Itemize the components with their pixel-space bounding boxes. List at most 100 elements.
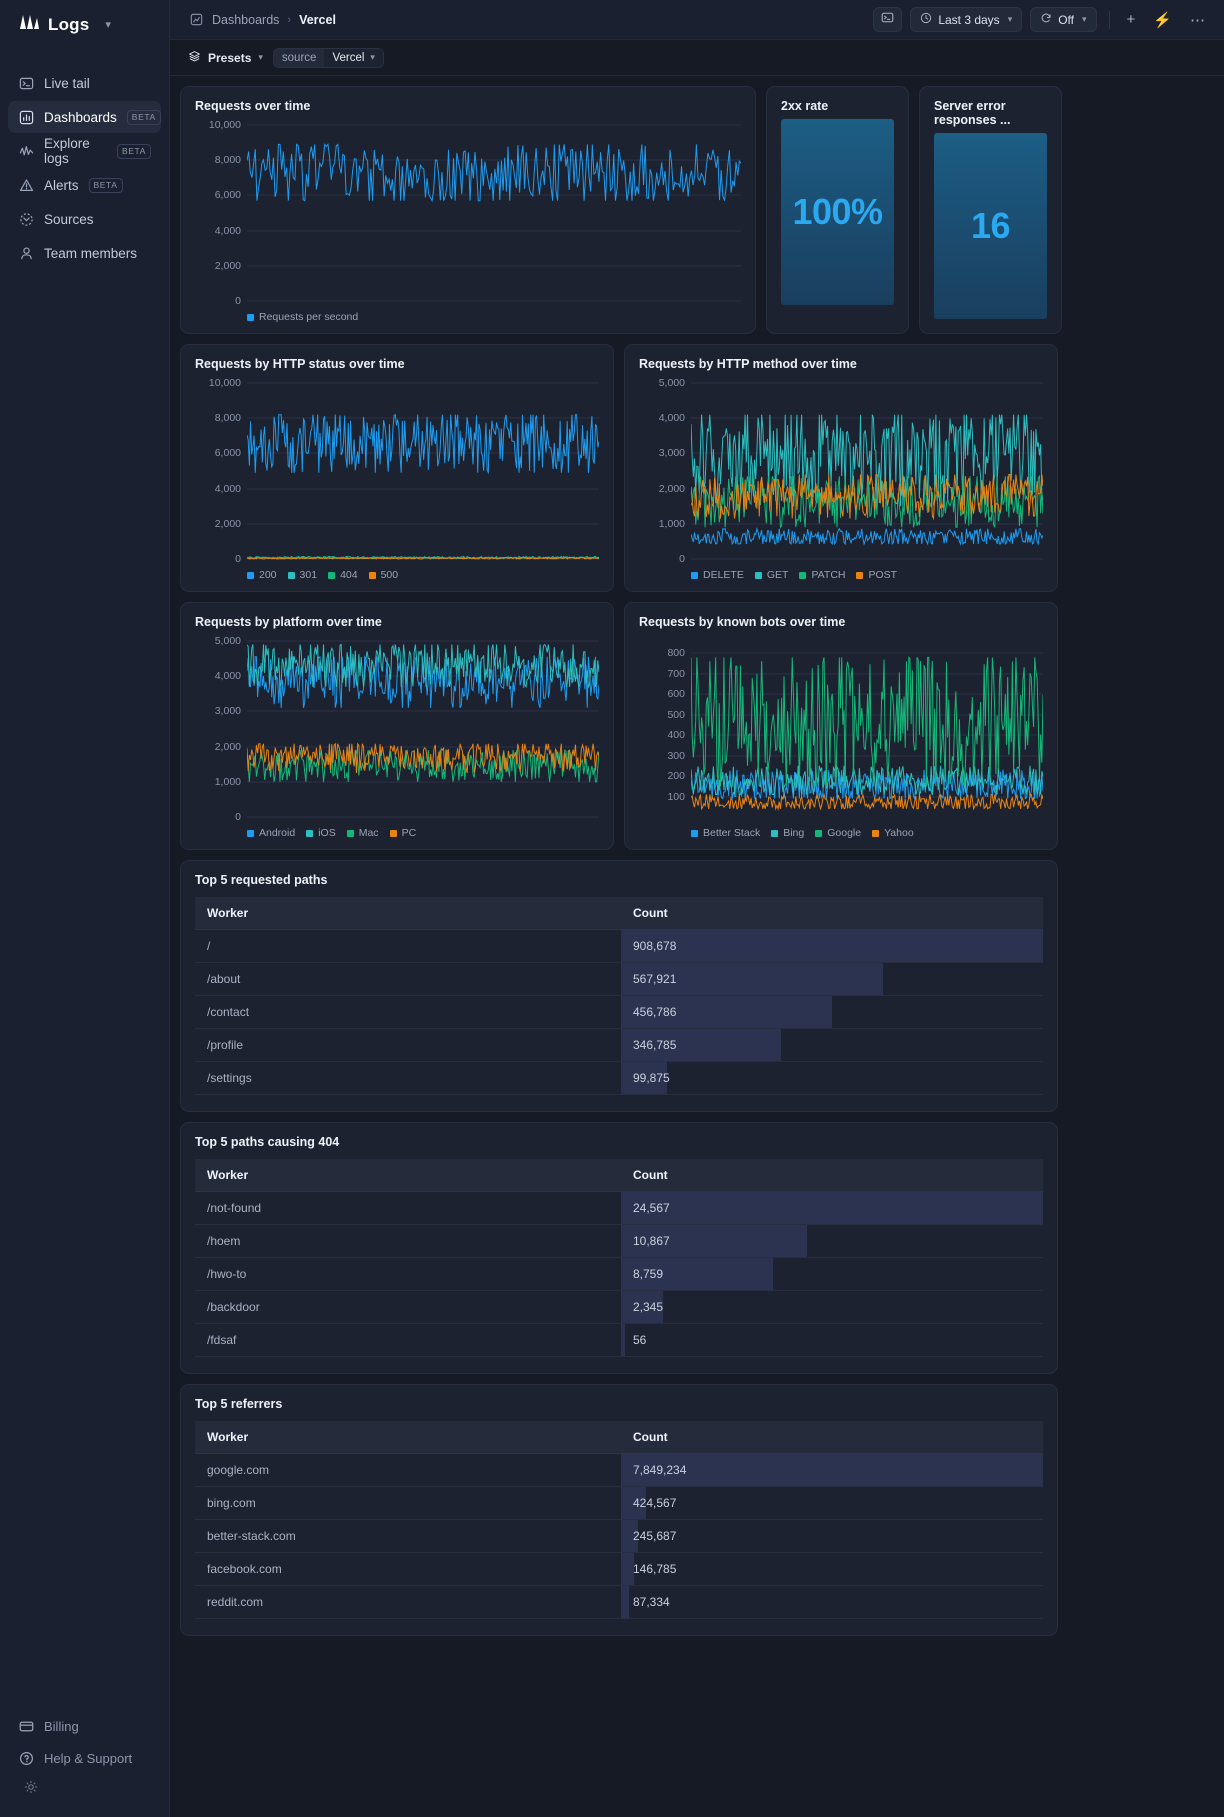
legend-item[interactable]: Better Stack — [691, 827, 760, 839]
card-top-5-requested-paths: Top 5 requested paths Worker Count / 908,67… — [180, 860, 1058, 1112]
app-root: Logs ▾ Live tail Dashboards BETA Explore… — [0, 0, 1224, 1817]
y-axis-tick-label: 0 — [235, 553, 241, 565]
table-row[interactable]: bing.com 424,567 — [195, 1486, 1043, 1520]
more-options-button[interactable]: ⋯ — [1185, 11, 1210, 29]
beta-badge: BETA — [126, 109, 161, 125]
filter-value-dropdown[interactable]: Vercel ▾ — [324, 48, 383, 67]
legend-item[interactable]: Requests per second — [247, 311, 358, 323]
legend-item[interactable]: Android — [247, 827, 295, 839]
sidebar-item-label: Alerts — [44, 177, 79, 193]
card-title: Requests by platform over time — [195, 615, 382, 629]
sidebar-item-team-members[interactable]: Team members — [8, 237, 161, 269]
legend-item[interactable]: Google — [815, 827, 861, 839]
legend-swatch-icon — [247, 571, 254, 579]
table-cell-count: 99,875 — [633, 1071, 670, 1085]
table-cell-worker: better-stack.com — [207, 1529, 296, 1543]
auto-refresh-picker[interactable]: Off ▾ — [1030, 7, 1097, 32]
card-requests-by-platform: Requests by platform over time 5,000 4,00… — [180, 602, 614, 850]
table-column-header[interactable]: Worker — [195, 1159, 621, 1192]
legend-label: PATCH — [811, 569, 846, 581]
time-range-picker[interactable]: Last 3 days ▾ — [910, 7, 1023, 32]
legend-item[interactable]: DELETE — [691, 569, 744, 581]
legend-item[interactable]: GET — [754, 569, 788, 581]
sidebar-item-alerts[interactable]: Alerts BETA — [8, 169, 161, 201]
y-axis-tick-label: 3,000 — [214, 705, 241, 718]
table-row[interactable]: /hoem 10,867 — [195, 1224, 1043, 1258]
legend-swatch-icon — [799, 571, 807, 579]
plot-area[interactable] — [247, 377, 599, 565]
table-row[interactable]: /settings 99,875 — [195, 1061, 1043, 1095]
table-row[interactable]: better-stack.com 245,687 — [195, 1519, 1043, 1553]
legend-swatch-icon — [856, 571, 864, 579]
table-cell-count: 56 — [633, 1333, 647, 1347]
legend-item[interactable]: Yahoo — [872, 827, 914, 839]
plot-area[interactable] — [247, 635, 599, 823]
y-axis-tick-label: 100 — [667, 790, 685, 803]
legend-item[interactable]: Bing — [771, 827, 804, 839]
plot-area[interactable] — [691, 635, 1043, 823]
table-cell: bing.com — [195, 1486, 621, 1520]
chart-requests-by-platform[interactable]: 5,000 4,000 3,000 2,000 1,000 0 — [195, 635, 599, 823]
legend-item[interactable]: 500 — [368, 569, 398, 581]
sidebar-item-help-support[interactable]: Help & Support — [8, 1742, 162, 1774]
chart-requests-over-time[interactable]: 10,000 8,000 6,000 4,000 2,000 0 — [195, 119, 741, 307]
table-column-header[interactable]: Count — [621, 1159, 1043, 1192]
sidebar-item-live-tail[interactable]: Live tail — [8, 67, 161, 99]
sidebar-item-billing[interactable]: Billing — [8, 1710, 162, 1742]
card-title: Top 5 referrers — [195, 1397, 283, 1411]
card-title: Top 5 paths causing 404 — [195, 1135, 340, 1149]
layers-icon — [188, 50, 201, 66]
legend-item[interactable]: PATCH — [799, 569, 845, 581]
legend-item[interactable]: iOS — [306, 827, 336, 839]
table-column-header[interactable]: Worker — [195, 1421, 621, 1454]
table-column-header[interactable]: Count — [621, 1421, 1043, 1454]
chart-requests-by-http-method[interactable]: 5,000 4,000 3,000 2,000 1,000 0 — [639, 377, 1043, 565]
table-row[interactable]: /about 567,921 — [195, 962, 1043, 996]
table-cell: 7,849,234 — [621, 1453, 1043, 1487]
table-row[interactable]: facebook.com 146,785 — [195, 1552, 1043, 1586]
table-row[interactable]: /hwo-to 8,759 — [195, 1257, 1043, 1291]
legend-item[interactable]: PC — [389, 827, 417, 839]
metric-value: 100% — [792, 191, 883, 232]
filter-value-label: Vercel — [332, 51, 365, 64]
legend-label: Requests per second — [259, 311, 359, 323]
breadcrumb-dashboards[interactable]: Dashboards — [212, 13, 279, 27]
table-row[interactable]: /contact 456,786 — [195, 995, 1043, 1029]
table-cell-count: 146,785 — [633, 1562, 677, 1576]
chart-requests-by-http-status[interactable]: 10,000 8,000 6,000 4,000 2,000 0 — [195, 377, 599, 565]
plot-area[interactable] — [247, 119, 741, 307]
legend-label: PC — [401, 827, 417, 839]
brand-name: Logs — [48, 14, 90, 34]
plot-area[interactable] — [691, 377, 1043, 565]
legend-item[interactable]: 301 — [287, 569, 317, 581]
table-row[interactable]: reddit.com 87,334 — [195, 1585, 1043, 1619]
table-row[interactable]: /backdoor 2,345 — [195, 1290, 1043, 1324]
y-axis-tick-label: 6,000 — [214, 447, 241, 460]
table-column-header[interactable]: Worker — [195, 897, 621, 930]
y-axis-tick-label: 10,000 — [208, 377, 241, 389]
brand[interactable]: Logs ▾ — [0, 0, 169, 49]
chevron-down-icon[interactable]: ▾ — [105, 18, 111, 31]
table-row[interactable]: /fdsaf 56 — [195, 1323, 1043, 1357]
legend-item[interactable]: POST — [856, 569, 897, 581]
table-cell-count: 245,687 — [633, 1529, 677, 1543]
dashboard-row-3: Requests by platform over time 5,000 4,00… — [180, 602, 1206, 850]
table-row[interactable]: google.com 7,849,234 — [195, 1453, 1043, 1487]
sidebar-item-explore-logs[interactable]: Explore logs BETA — [8, 135, 161, 167]
add-widget-button[interactable]: + — [1122, 11, 1141, 28]
presets-button[interactable]: Presets ▾ — [188, 50, 263, 66]
y-axis-tick-label: 3,000 — [658, 447, 685, 460]
table-column-header[interactable]: Count — [621, 897, 1043, 930]
sidebar-item-sources[interactable]: Sources — [8, 203, 161, 235]
legend-item[interactable]: 200 — [247, 569, 277, 581]
theme-toggle-sun-icon[interactable] — [8, 1774, 162, 1807]
sidebar-item-dashboards[interactable]: Dashboards BETA — [8, 101, 161, 133]
table-row[interactable]: / 908,678 — [195, 929, 1043, 963]
table-row[interactable]: /not-found 24,567 — [195, 1191, 1043, 1225]
table-row[interactable]: /profile 346,785 — [195, 1028, 1043, 1062]
live-mode-button[interactable]: ⚡ — [1148, 11, 1177, 29]
chart-requests-by-known-bots[interactable]: 800 700 600 500 400 300 200 100 — [639, 635, 1043, 823]
legend-item[interactable]: Mac — [346, 827, 379, 839]
console-button[interactable] — [873, 7, 903, 32]
legend-item[interactable]: 404 — [328, 569, 358, 581]
